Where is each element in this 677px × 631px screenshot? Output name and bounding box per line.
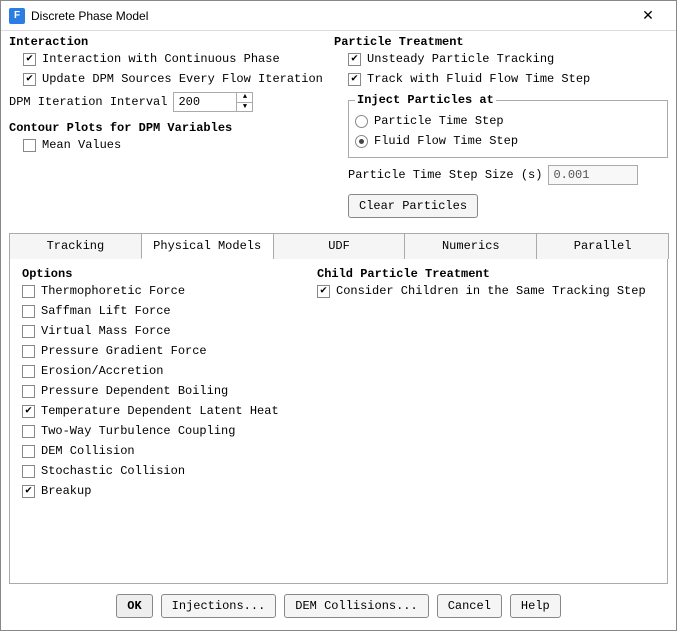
option-row[interactable]: Stochastic Collision (22, 461, 297, 481)
radio-icon (355, 115, 368, 128)
checkbox-icon (22, 425, 35, 438)
app-icon: F (9, 8, 25, 24)
interaction-group: Interaction Interaction with Continuous … (9, 35, 324, 115)
option-row[interactable]: Pressure Dependent Boiling (22, 381, 297, 401)
tab-tracking[interactable]: Tracking (9, 233, 142, 259)
option-label: Stochastic Collision (41, 464, 185, 478)
tab-udf[interactable]: UDF (273, 233, 406, 259)
spinner-up-icon[interactable]: ▲ (237, 93, 252, 103)
checkbox-icon (22, 305, 35, 318)
help-button[interactable]: Help (510, 594, 561, 618)
footer: OK Injections... DEM Collisions... Cance… (9, 584, 668, 622)
tab-parallel[interactable]: Parallel (536, 233, 669, 259)
radio-particle-time-step[interactable]: Particle Time Step (355, 111, 661, 131)
checkbox-icon (23, 73, 36, 86)
checkbox-icon (22, 465, 35, 478)
checkbox-icon (22, 445, 35, 458)
child-heading: Child Particle Treatment (317, 267, 655, 281)
options-heading: Options (22, 267, 297, 281)
chk-mean-values[interactable]: Mean Values (9, 135, 324, 155)
checkbox-icon (22, 345, 35, 358)
option-label: Pressure Gradient Force (41, 344, 207, 358)
tab-body: Options Thermophoretic Force Saffman Lift… (9, 259, 668, 584)
checkbox-icon (317, 285, 330, 298)
dpm-interval-label: DPM Iteration Interval (9, 95, 167, 109)
option-label: Erosion/Accretion (41, 364, 163, 378)
chk-label: Interaction with Continuous Phase (42, 52, 280, 66)
checkbox-icon (23, 53, 36, 66)
checkbox-icon (22, 325, 35, 338)
titlebar: F Discrete Phase Model ✕ (1, 1, 676, 31)
step-size-row: Particle Time Step Size (s) 0.001 (334, 162, 668, 188)
dem-collisions-button[interactable]: DEM Collisions... (284, 594, 428, 618)
option-row[interactable]: Thermophoretic Force (22, 281, 297, 301)
chk-track-flow[interactable]: Track with Fluid Flow Time Step (334, 69, 668, 89)
child-group: Child Particle Treatment Consider Childr… (317, 267, 655, 575)
option-label: Two-Way Turbulence Coupling (41, 424, 235, 438)
radio-fluid-flow-time-step[interactable]: Fluid Flow Time Step (355, 131, 661, 151)
option-row[interactable]: Breakup (22, 481, 297, 501)
chk-label: Mean Values (42, 138, 121, 152)
tab-numerics[interactable]: Numerics (404, 233, 537, 259)
option-label: Thermophoretic Force (41, 284, 185, 298)
tabs: Tracking Physical Models UDF Numerics Pa… (9, 232, 668, 259)
chk-update-dpm-sources[interactable]: Update DPM Sources Every Flow Iteration (9, 69, 324, 89)
contour-group: Contour Plots for DPM Variables Mean Val… (9, 121, 324, 155)
option-label: Virtual Mass Force (41, 324, 171, 338)
option-label: DEM Collision (41, 444, 135, 458)
checkbox-icon (22, 485, 35, 498)
spinner-down-icon[interactable]: ▼ (237, 103, 252, 112)
particle-group: Particle Treatment Unsteady Particle Tra… (334, 35, 668, 218)
options-group: Options Thermophoretic Force Saffman Lift… (22, 267, 297, 575)
radio-label: Fluid Flow Time Step (374, 134, 518, 148)
checkbox-icon (22, 285, 35, 298)
checkbox-icon (348, 53, 361, 66)
step-size-input[interactable]: 0.001 (548, 165, 638, 185)
dpm-interval-spinner[interactable]: 200 ▲ ▼ (173, 92, 253, 112)
checkbox-icon (23, 139, 36, 152)
option-label: Saffman Lift Force (41, 304, 171, 318)
option-row[interactable]: Saffman Lift Force (22, 301, 297, 321)
interaction-heading: Interaction (9, 35, 324, 49)
chk-consider-children[interactable]: Consider Children in the Same Tracking S… (317, 281, 655, 301)
cancel-button[interactable]: Cancel (437, 594, 502, 618)
option-row[interactable]: DEM Collision (22, 441, 297, 461)
particle-heading: Particle Treatment (334, 35, 668, 49)
radio-label: Particle Time Step (374, 114, 504, 128)
option-label: Breakup (41, 484, 91, 498)
contour-heading: Contour Plots for DPM Variables (9, 121, 324, 135)
step-size-label: Particle Time Step Size (s) (348, 168, 542, 182)
close-button[interactable]: ✕ (628, 2, 668, 30)
tab-physical-models[interactable]: Physical Models (141, 233, 274, 259)
chk-label: Track with Fluid Flow Time Step (367, 72, 590, 86)
option-row[interactable]: Erosion/Accretion (22, 361, 297, 381)
checkbox-icon (22, 385, 35, 398)
chk-unsteady-tracking[interactable]: Unsteady Particle Tracking (334, 49, 668, 69)
ok-button[interactable]: OK (116, 594, 152, 618)
dialog: F Discrete Phase Model ✕ Interaction Int… (0, 0, 677, 631)
dpm-interval-value[interactable]: 200 (174, 93, 236, 111)
dpm-interval-row: DPM Iteration Interval 200 ▲ ▼ (9, 89, 324, 115)
option-row[interactable]: Pressure Gradient Force (22, 341, 297, 361)
checkbox-icon (22, 405, 35, 418)
checkbox-icon (348, 73, 361, 86)
injections-button[interactable]: Injections... (161, 594, 277, 618)
dialog-title: Discrete Phase Model (31, 9, 628, 23)
option-label: Temperature Dependent Latent Heat (41, 404, 279, 418)
option-label: Pressure Dependent Boiling (41, 384, 228, 398)
checkbox-icon (22, 365, 35, 378)
radio-icon (355, 135, 368, 148)
chk-label: Consider Children in the Same Tracking S… (336, 284, 646, 298)
inject-heading: Inject Particles at (355, 93, 496, 107)
chk-label: Update DPM Sources Every Flow Iteration (42, 72, 323, 86)
chk-interaction-continuous[interactable]: Interaction with Continuous Phase (9, 49, 324, 69)
chk-label: Unsteady Particle Tracking (367, 52, 554, 66)
inject-fieldset: Inject Particles at Particle Time Step F… (348, 93, 668, 158)
option-row[interactable]: Virtual Mass Force (22, 321, 297, 341)
content: Interaction Interaction with Continuous … (1, 31, 676, 630)
clear-particles-button[interactable]: Clear Particles (348, 194, 478, 218)
option-row[interactable]: Temperature Dependent Latent Heat (22, 401, 297, 421)
option-row[interactable]: Two-Way Turbulence Coupling (22, 421, 297, 441)
